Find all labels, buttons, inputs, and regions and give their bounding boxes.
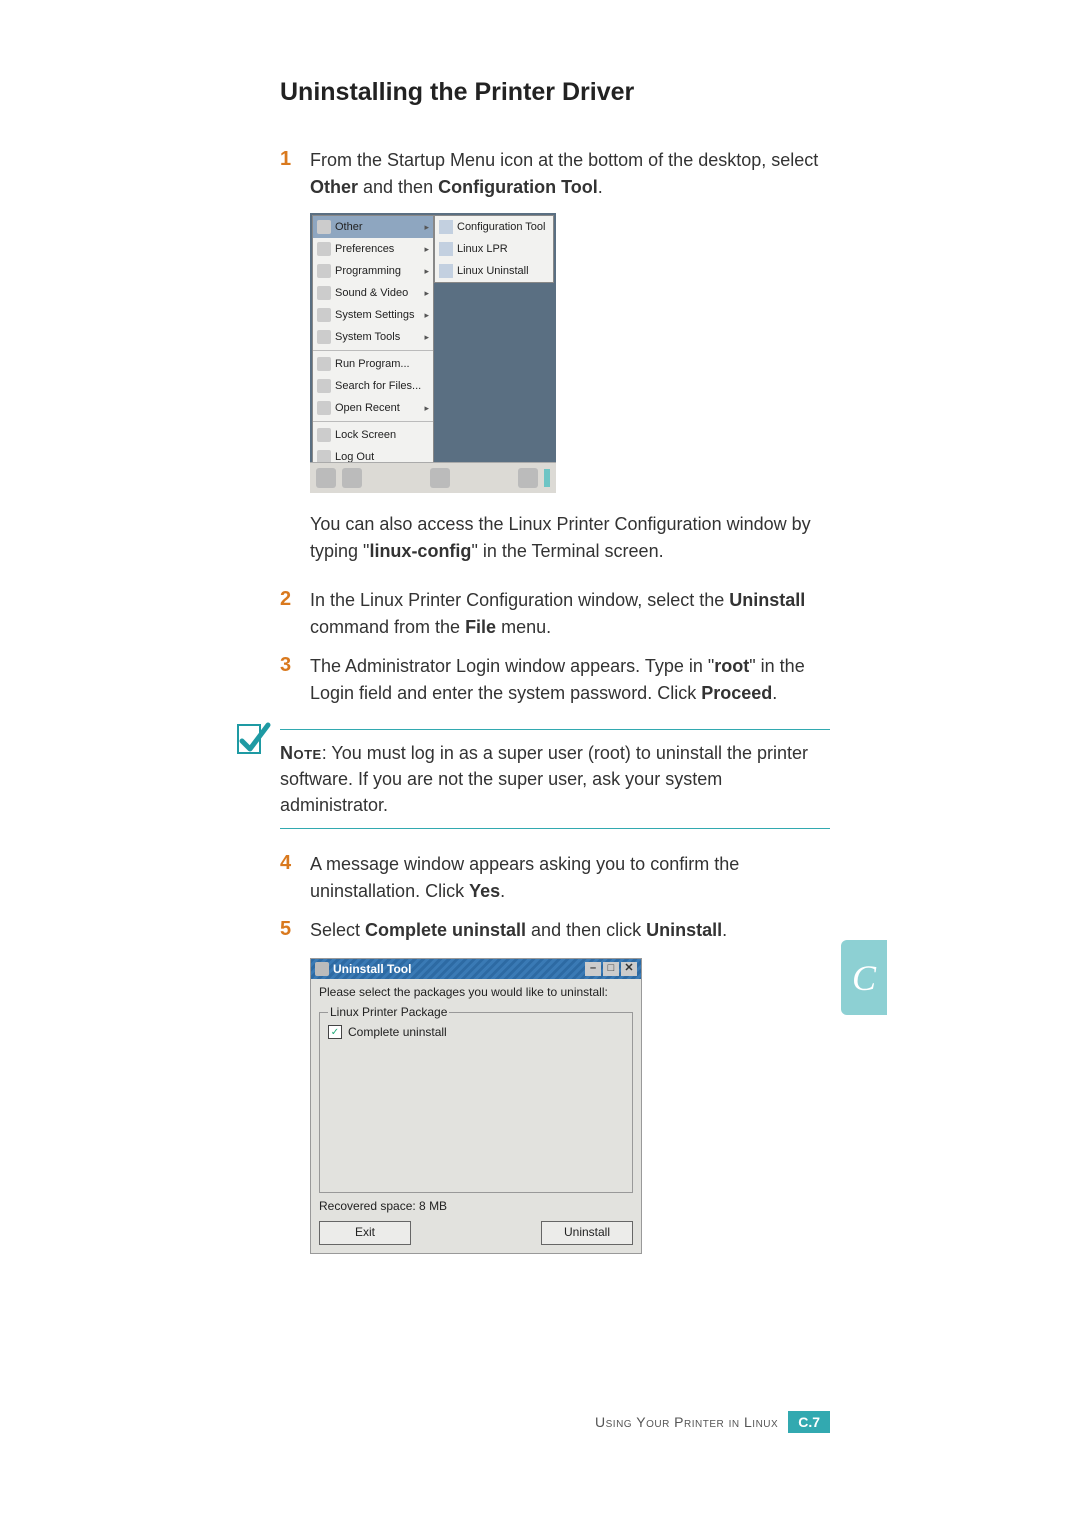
step-number: 4 <box>280 851 310 875</box>
menu-item-run-program[interactable]: Run Program... <box>313 353 433 375</box>
step-number: 3 <box>280 653 310 677</box>
screenshot-desktop-menu: Other▸ Preferences▸ Programming▸ Sound &… <box>310 213 556 493</box>
step-text: Select Complete uninstall and then click… <box>310 917 727 944</box>
chevron-right-icon: ▸ <box>424 244 429 255</box>
app-icon <box>439 264 453 278</box>
step-text: From the Startup Menu icon at the bottom… <box>310 147 830 201</box>
prompt-text: Please select the packages you would lik… <box>319 985 633 999</box>
preferences-icon <box>317 242 331 256</box>
chevron-right-icon: ▸ <box>424 310 429 321</box>
menu-item-other[interactable]: Other▸ <box>313 216 433 238</box>
step-number: 1 <box>280 147 310 171</box>
step-text: In the Linux Printer Configuration windo… <box>310 587 830 641</box>
menu-item-programming[interactable]: Programming▸ <box>313 260 433 282</box>
tray-bar-icon <box>544 469 550 487</box>
note-block: Note: You must log in as a super user (r… <box>280 729 830 829</box>
app-icon <box>439 242 453 256</box>
step-5: 5 Select Complete uninstall and then cli… <box>280 917 830 944</box>
lock-icon <box>317 428 331 442</box>
menu-item-system-tools[interactable]: System Tools▸ <box>313 326 433 348</box>
complete-uninstall-checkbox[interactable]: ✓ Complete uninstall <box>328 1025 624 1039</box>
app-icon <box>439 220 453 234</box>
page-footer: Using Your Printer in Linux C.7 <box>595 1411 830 1433</box>
step-text: The Administrator Login window appears. … <box>310 653 830 707</box>
start-menu: Other▸ Preferences▸ Programming▸ Sound &… <box>312 215 434 469</box>
step-4: 4 A message window appears asking you to… <box>280 851 830 905</box>
step-1: 1 From the Startup Menu icon at the bott… <box>280 147 830 201</box>
step-number: 2 <box>280 587 310 611</box>
page-number-badge: C.7 <box>788 1411 830 1433</box>
step-1-followup: You can also access the Linux Printer Co… <box>310 511 830 565</box>
section-heading: Uninstalling the Printer Driver <box>280 78 830 107</box>
checkbox-icon: ✓ <box>328 1025 342 1039</box>
folder-icon <box>317 220 331 234</box>
close-button[interactable]: ✕ <box>621 962 637 976</box>
package-group: Linux Printer Package ✓ Complete uninsta… <box>319 1005 633 1193</box>
chevron-right-icon: ▸ <box>424 266 429 277</box>
footer-title: Using Your Printer in Linux <box>595 1414 778 1430</box>
window-title: Uninstall Tool <box>333 962 411 976</box>
uninstall-button[interactable]: Uninstall <box>541 1221 633 1245</box>
checkbox-label: Complete uninstall <box>348 1025 447 1039</box>
group-legend: Linux Printer Package <box>328 1005 449 1019</box>
window-menu-icon[interactable] <box>315 962 329 976</box>
tools-icon <box>317 330 331 344</box>
submenu-item-linux-lpr[interactable]: Linux LPR <box>435 238 553 260</box>
step-2: 2 In the Linux Printer Configuration win… <box>280 587 830 641</box>
menu-item-system-settings[interactable]: System Settings▸ <box>313 304 433 326</box>
hat-icon[interactable] <box>316 468 336 488</box>
chevron-right-icon: ▸ <box>424 288 429 299</box>
window-titlebar[interactable]: Uninstall Tool – □ ✕ <box>311 959 641 979</box>
step-3: 3 The Administrator Login window appears… <box>280 653 830 707</box>
step-text: A message window appears asking you to c… <box>310 851 830 905</box>
search-icon <box>317 379 331 393</box>
maximize-button[interactable]: □ <box>603 962 619 976</box>
print-icon[interactable] <box>518 468 538 488</box>
run-icon <box>317 357 331 371</box>
menu-item-lock-screen[interactable]: Lock Screen <box>313 424 433 446</box>
menu-item-search-files[interactable]: Search for Files... <box>313 375 433 397</box>
sound-icon <box>317 286 331 300</box>
programming-icon <box>317 264 331 278</box>
chevron-right-icon: ▸ <box>424 332 429 343</box>
chevron-right-icon: ▸ <box>424 222 429 233</box>
step-number: 5 <box>280 917 310 941</box>
checkmark-note-icon <box>232 719 272 759</box>
menu-item-open-recent[interactable]: Open Recent▸ <box>313 397 433 419</box>
recovered-space-text: Recovered space: 8 MB <box>319 1199 633 1213</box>
globe-icon[interactable] <box>342 468 362 488</box>
menu-item-sound-video[interactable]: Sound & Video▸ <box>313 282 433 304</box>
submenu-item-linux-uninstall[interactable]: Linux Uninstall <box>435 260 553 282</box>
settings-icon <box>317 308 331 322</box>
camera-icon[interactable] <box>430 468 450 488</box>
chevron-right-icon: ▸ <box>424 403 429 414</box>
submenu-item-config-tool[interactable]: Configuration Tool <box>435 216 553 238</box>
minimize-button[interactable]: – <box>585 962 601 976</box>
screenshot-uninstall-tool: Uninstall Tool – □ ✕ Please select the p… <box>310 958 642 1254</box>
note-rule <box>280 828 830 829</box>
appendix-tab: C <box>841 940 887 1015</box>
taskbar <box>310 462 556 493</box>
exit-button[interactable]: Exit <box>319 1221 411 1245</box>
recent-icon <box>317 401 331 415</box>
submenu-other: Configuration Tool Linux LPR Linux Unins… <box>434 215 554 283</box>
menu-separator <box>313 350 433 351</box>
note-text: Note: You must log in as a super user (r… <box>280 740 830 818</box>
menu-item-preferences[interactable]: Preferences▸ <box>313 238 433 260</box>
note-rule <box>280 729 830 730</box>
menu-separator <box>313 421 433 422</box>
